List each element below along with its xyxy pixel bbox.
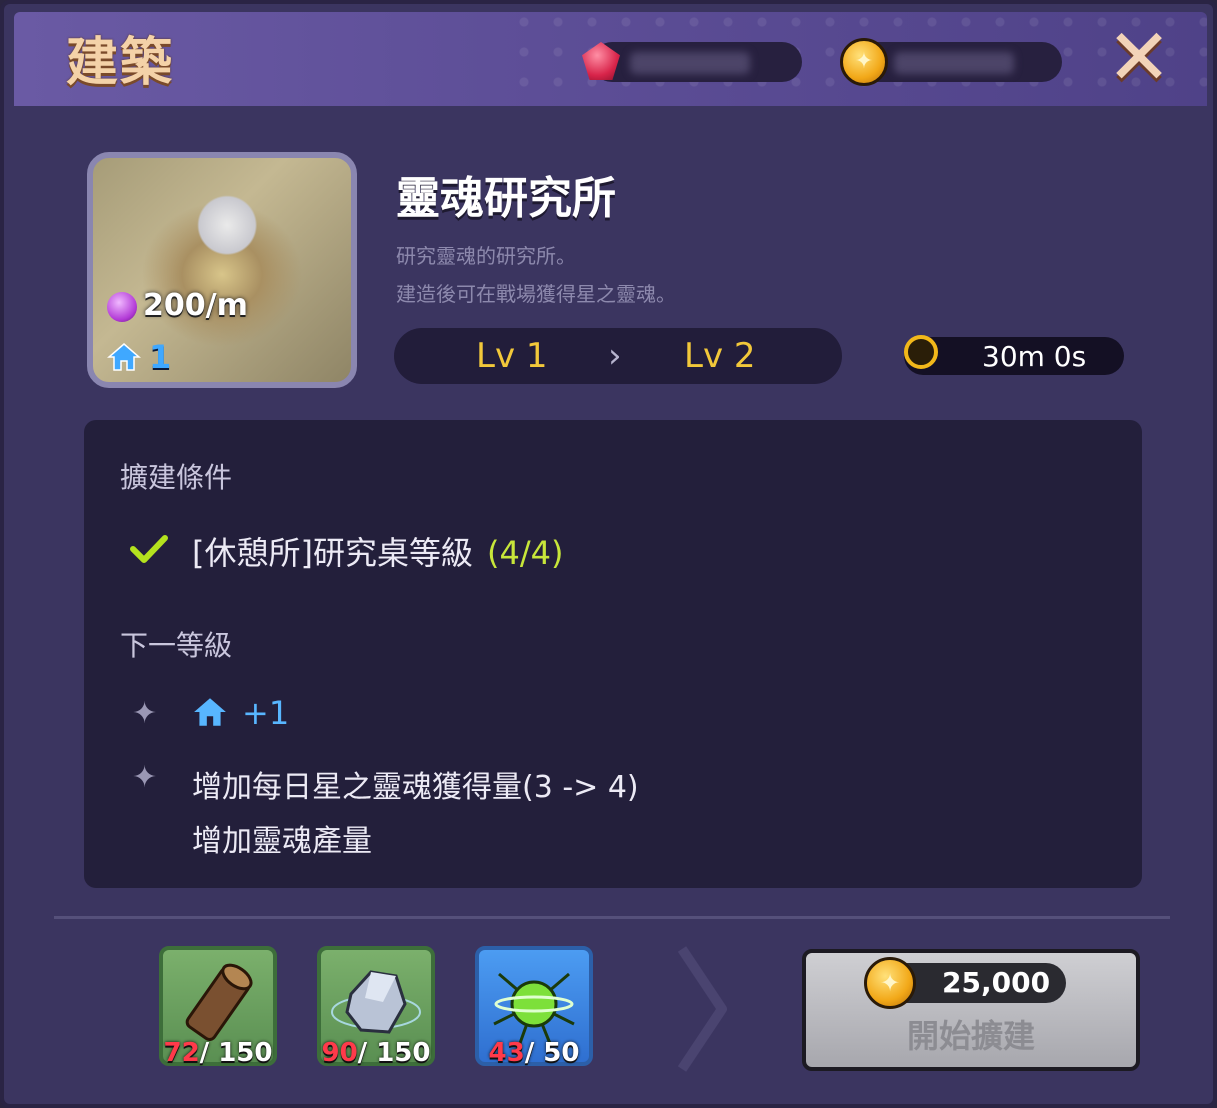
next-level-title: 下一等級 <box>120 629 233 662</box>
sparkle-icon: ✦ <box>132 696 158 731</box>
next-level-effect-1: 增加每日星之靈魂獲得量(3 -> 4) <box>192 770 639 805</box>
check-icon <box>130 535 168 563</box>
build-duration: 30m 0s <box>904 335 1124 375</box>
sparkle-icon: ✦ <box>132 760 158 795</box>
building-description-line2: 建造後可在戰場獲得星之靈魂。 <box>396 282 676 306</box>
requirement-item: [休憩所]研究桌等級 (4/4) <box>192 528 563 574</box>
upgrade-cost: ✦ 25,000 <box>864 957 1066 1009</box>
house-icon <box>194 698 226 726</box>
gold-coin-icon: ✦ <box>864 957 916 1009</box>
level-progress-bar: Lv 1 › Lv 2 <box>394 328 842 384</box>
requirement-text: [休憩所]研究桌等級 <box>192 534 473 572</box>
house-bonus: +1 <box>242 694 290 732</box>
level-arrow-icon: › <box>608 336 622 376</box>
building-dialog: 建築 ✦ ✕ 200/m 1 靈魂研究所 研究靈魂的研究所。 建造後可在戰場獲得… <box>0 0 1217 1108</box>
requirement-count: (4/4) <box>486 534 564 572</box>
building-thumbnail: 200/m 1 <box>87 152 357 388</box>
house-stat: 1 <box>106 338 172 376</box>
building-name: 靈魂研究所 <box>396 173 616 224</box>
next-level-effect-2: 增加靈魂產量 <box>192 824 372 859</box>
material-slot-ore[interactable]: 90/ 150 <box>317 946 435 1068</box>
next-level: Lv 2 <box>684 336 756 376</box>
gem-amount-hidden <box>630 52 750 74</box>
start-upgrade-label: 開始擴建 <box>906 1017 1035 1055</box>
dialog-title: 建築 <box>66 33 175 93</box>
building-description-line1: 研究靈魂的研究所。 <box>396 244 576 268</box>
production-rate: 200/m <box>143 288 248 323</box>
material-count: 43/ 50 <box>488 1038 580 1068</box>
material-slot-green-orb[interactable]: 43/ 50 <box>475 946 593 1068</box>
current-level: Lv 1 <box>476 336 548 376</box>
material-count: 72/ 150 <box>163 1038 273 1068</box>
material-slot-wood[interactable]: 72/ 150 <box>159 946 277 1068</box>
divider <box>54 916 1170 919</box>
upgrade-cost-value: 25,000 <box>942 966 1051 999</box>
house-icon <box>106 343 142 371</box>
gold-currency-bar: ✦ <box>840 38 1062 86</box>
start-upgrade-button[interactable]: ✦ 25,000 開始擴建 <box>802 949 1140 1071</box>
close-icon: ✕ <box>1106 13 1172 103</box>
gold-coin-icon: ✦ <box>840 38 888 86</box>
stopwatch-icon <box>904 335 938 369</box>
material-count: 90/ 150 <box>321 1038 431 1068</box>
requirements-title: 擴建條件 <box>120 461 233 494</box>
gem-currency-bar <box>582 42 802 82</box>
duration-text: 30m 0s <box>982 340 1087 373</box>
gold-amount-hidden <box>894 52 1014 74</box>
production-stat: 200/m <box>107 288 248 323</box>
soul-icon <box>107 291 137 322</box>
close-button[interactable]: ✕ <box>1104 19 1174 97</box>
chevron-right-icon <box>677 946 727 1072</box>
house-count: 1 <box>149 338 172 376</box>
